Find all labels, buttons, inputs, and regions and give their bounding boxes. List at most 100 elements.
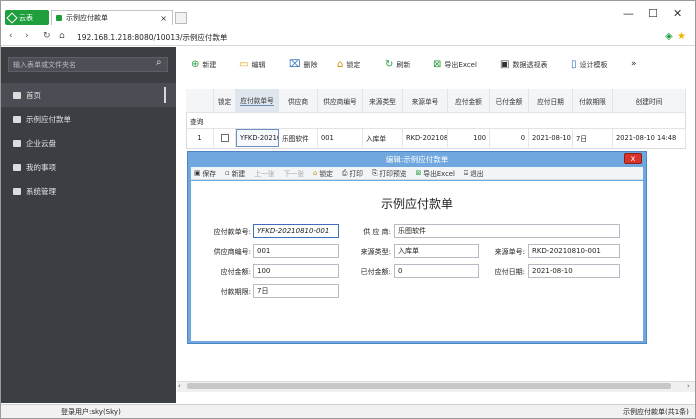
maximize-button[interactable]: ☐ <box>648 7 658 20</box>
column-header-source-no[interactable]: 来源单号 <box>403 89 448 112</box>
sidebar-item-cloud-disk[interactable]: 企业云盘 <box>1 131 176 155</box>
dialog-toolbar: ▣ 保存 ▫ 新建 上一张 下一张 ⌂ 锁定 ⎙ 打印 ⎘ 打印预览 ⊠ 导出Excel ⍈… <box>191 167 643 180</box>
folder-icon <box>13 187 21 195</box>
new-button[interactable]: ⊕ 新建 <box>191 59 216 70</box>
home-icon <box>13 91 21 99</box>
term-field[interactable]: 7日 <box>253 284 339 298</box>
sidebar-item-system[interactable]: 系统管理 <box>1 179 176 203</box>
column-header-supplier-no[interactable]: 供应商编号 <box>318 89 363 112</box>
cell-supplier[interactable]: 乐图软件 <box>279 129 318 147</box>
prev-button[interactable]: 上一张 <box>254 168 274 178</box>
column-header-created-at[interactable]: 创建时间 <box>613 89 686 112</box>
tab-close-icon[interactable]: × <box>160 14 167 23</box>
column-header-amount-paid[interactable]: 已付金额 <box>490 89 529 112</box>
excel-icon: ⊠ <box>433 59 442 70</box>
cell-doc-no[interactable]: YFKD-20210810-001 <box>236 129 279 147</box>
doc-no-label: 应付款单号: <box>213 228 251 236</box>
doc-no-field[interactable]: YFKD-20210810-001 <box>253 224 339 238</box>
new-tab-button[interactable] <box>175 12 187 24</box>
cell-supplier-no[interactable]: 001 <box>318 129 363 147</box>
cell-due-date[interactable]: 2021-08-10 <box>529 129 573 147</box>
excel-icon: ⊠ <box>415 169 422 177</box>
source-type-field[interactable]: 入库单 <box>394 244 479 258</box>
browser-tab[interactable]: 示例应付款单 × <box>51 10 173 25</box>
cell-amount-due[interactable]: 100 <box>448 129 490 147</box>
scroll-left-icon[interactable]: ‹ <box>178 382 181 390</box>
print-button[interactable]: ⎙ 打印 <box>342 168 363 179</box>
amount-due-label: 应付金额: <box>220 268 251 276</box>
column-header-supplier[interactable]: 供应商 <box>279 89 318 112</box>
forward-icon[interactable]: › <box>25 31 29 41</box>
edit-button[interactable]: ▭ 编辑 <box>239 59 265 70</box>
amount-paid-field[interactable]: 0 <box>394 264 479 278</box>
delete-button[interactable]: ⌧ 删除 <box>289 59 318 70</box>
favorite-star-icon[interactable]: ★ <box>677 31 686 42</box>
print-preview-button[interactable]: ⎘ 打印预览 <box>372 168 407 179</box>
column-header-amount-due[interactable]: 应付金额 <box>448 89 490 112</box>
more-button[interactable]: » <box>631 59 637 69</box>
folder-icon <box>13 139 21 147</box>
browser-window: 云表 示例应付款单 × — ☐ ✕ ‹ › ↻ ⌂ 192.168.1.218:… <box>0 0 696 419</box>
column-header-source-type[interactable]: 来源类型 <box>363 89 403 112</box>
supplier-no-label: 供应商编号: <box>213 248 251 256</box>
next-button[interactable]: 下一张 <box>284 168 304 178</box>
supplier-field[interactable]: 乐图软件 <box>394 224 620 238</box>
scroll-right-icon[interactable]: › <box>687 382 690 390</box>
dialog-export-excel-button[interactable]: ⊠ 导出Excel <box>416 168 455 178</box>
app-name: 云表 <box>19 13 33 22</box>
lock-button[interactable]: ⌂ 锁定 <box>337 59 360 70</box>
minimize-button[interactable]: — <box>623 7 634 20</box>
pivot-icon: ▣ <box>500 59 510 70</box>
reload-icon[interactable]: ↻ <box>43 31 51 41</box>
column-header-doc-no[interactable]: 应付款单号 <box>236 89 279 112</box>
url-text[interactable]: 192.168.1.218:8080/10013/示例应付款单 <box>77 32 227 43</box>
lock-icon: ⌂ <box>313 169 318 177</box>
amount-paid-label: 已付金额: <box>360 268 391 276</box>
cell-source-type[interactable]: 入库单 <box>363 129 403 147</box>
save-button[interactable]: ▣ 保存 <box>194 168 216 178</box>
app-menu-button[interactable]: 云表 <box>5 10 49 25</box>
sidebar-item-label: 示例应付款单 <box>26 114 71 124</box>
column-header-locked[interactable]: 锁定 <box>214 89 236 112</box>
cell-term[interactable]: 7日 <box>573 129 613 147</box>
sidebar-item-label: 企业云盘 <box>26 138 56 148</box>
sidebar-item-payables[interactable]: 示例应付款单 <box>1 107 176 131</box>
lock-checkbox-cell[interactable] <box>214 129 236 147</box>
search-icon[interactable]: ⌕ <box>156 57 162 68</box>
dialog-title: 编辑:示例应付款单 <box>385 154 449 164</box>
tab-favicon-icon <box>56 15 62 21</box>
source-no-label: 来源单号: <box>494 248 525 256</box>
cell-source-no[interactable]: RKD-20210810-001 <box>403 129 448 147</box>
due-date-field[interactable]: 2021-08-10 <box>528 264 620 278</box>
lock-checkbox[interactable] <box>220 134 229 142</box>
term-label: 付款期限: <box>220 288 251 296</box>
edit-label: 编辑 <box>251 60 266 69</box>
cell-created-at[interactable]: 2021-08-10 14:48 <box>613 129 686 147</box>
dialog-lock-button[interactable]: ⌂ 锁定 <box>313 168 333 178</box>
dialog-new-button[interactable]: ▫ 新建 <box>225 168 245 178</box>
filter-label: 查询 <box>190 117 204 126</box>
cell-amount-paid[interactable]: 0 <box>490 129 529 147</box>
column-header-due-date[interactable]: 应付日期 <box>529 89 573 112</box>
dialog-close-button[interactable]: x <box>624 153 642 164</box>
tab-title: 示例应付款单 <box>66 14 108 22</box>
close-window-button[interactable]: ✕ <box>673 7 682 20</box>
home-icon[interactable]: ⌂ <box>59 31 65 41</box>
amount-due-field[interactable]: 100 <box>253 264 339 278</box>
source-no-field[interactable]: RKD-20210810-001 <box>528 244 620 258</box>
folder-icon <box>13 163 21 171</box>
sidebar-search-input[interactable]: 输入表单或文件夹名 <box>8 57 168 72</box>
column-header-term[interactable]: 付款期限 <box>573 89 613 112</box>
extension-icon[interactable]: ◈ <box>665 31 673 42</box>
sidebar-item-home[interactable]: 首页 <box>1 83 176 107</box>
back-icon[interactable]: ‹ <box>9 31 13 41</box>
save-icon: ▣ <box>194 169 201 177</box>
refresh-button[interactable]: ↻ 刷新 <box>385 59 410 70</box>
sidebar-item-my-tasks[interactable]: 我的事项 <box>1 155 176 179</box>
exit-button[interactable]: ⍈ 退出 <box>464 168 484 179</box>
scrollbar-thumb[interactable] <box>187 383 671 389</box>
export-excel-button[interactable]: ⊠ 导出Excel <box>433 59 477 70</box>
pivot-table-button[interactable]: ▣ 数据透视表 <box>500 59 547 70</box>
supplier-no-field[interactable]: 001 <box>253 244 339 258</box>
design-template-button[interactable]: ▯ 设计模板 <box>571 59 608 70</box>
